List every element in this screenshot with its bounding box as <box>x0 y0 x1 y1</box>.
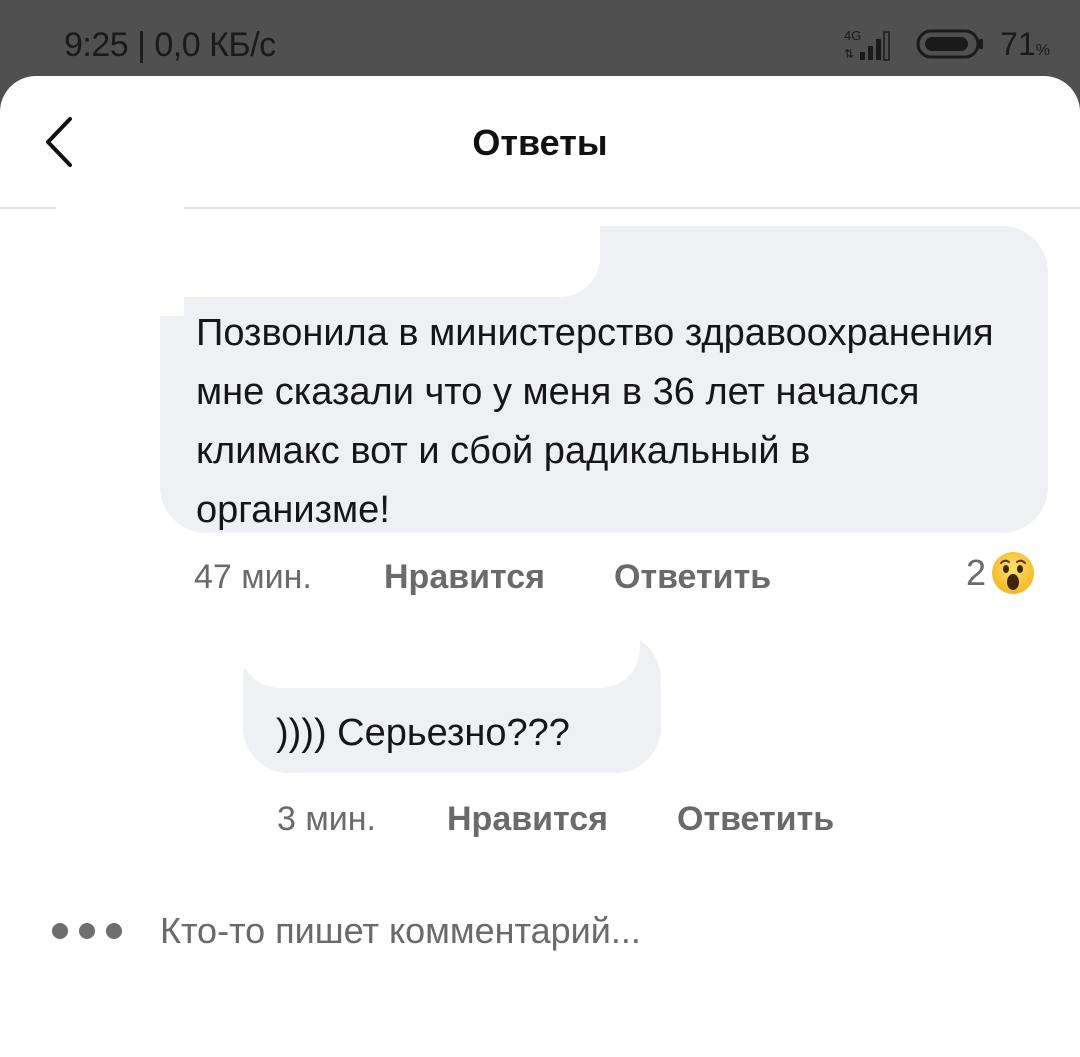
typing-indicator: Кто-то пишет комментарий... <box>52 906 641 956</box>
header: Ответы <box>0 76 1080 208</box>
redacted-author-name <box>150 222 600 297</box>
status-time-network: 9:25 | 0,0 КБ/с <box>64 26 276 64</box>
redacted-reply-author <box>240 626 640 688</box>
typing-text: Кто-то пишет комментарий... <box>160 910 641 951</box>
comment-text: Позвонила в министерство здравоохранения… <box>196 312 994 531</box>
redacted-avatar-area <box>56 196 184 316</box>
reply-time: 3 мин. <box>277 799 376 838</box>
page-title: Ответы <box>472 122 608 163</box>
comment-meta: 47 мин. Нравится Ответить <box>194 552 771 602</box>
signal-icon: 4G ⇅ <box>844 28 890 61</box>
reaction-count-badge[interactable]: 2 <box>966 548 1036 598</box>
comment-time: 47 мин. <box>194 557 312 596</box>
reply-text: )))) Серьезно??? <box>276 712 570 754</box>
reply-button[interactable]: Ответить <box>614 558 771 597</box>
battery-icon <box>916 29 984 59</box>
status-icons: 4G ⇅ 71% <box>842 24 1050 64</box>
typing-dots-icon <box>52 923 122 939</box>
like-button[interactable]: Нравится <box>384 558 614 597</box>
wow-emoji-icon <box>992 552 1035 594</box>
reply-meta: 3 мин. Нравится Ответить <box>277 794 834 844</box>
reaction-count: 2 <box>966 552 987 593</box>
battery-percent: 71% <box>1000 25 1050 62</box>
svg-text:⇅: ⇅ <box>844 47 854 61</box>
reply-button[interactable]: Ответить <box>677 800 834 839</box>
replies-sheet: Ответы Позвонила в министерство здравоох… <box>0 76 1080 1057</box>
like-button[interactable]: Нравится <box>447 800 677 839</box>
status-bar: 9:25 | 0,0 КБ/с 4G ⇅ 71% <box>0 0 1080 80</box>
network-type-label: 4G <box>844 28 861 43</box>
